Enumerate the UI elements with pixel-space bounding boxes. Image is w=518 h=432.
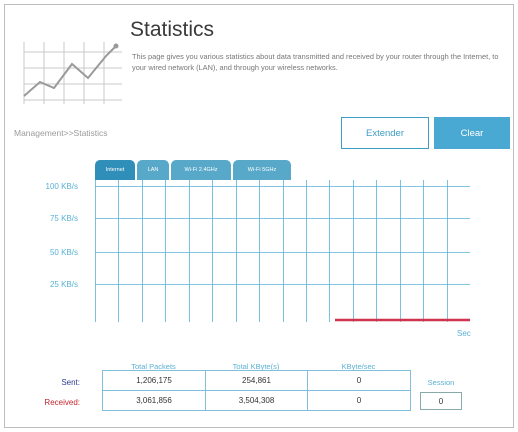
extender-button[interactable]: Extender xyxy=(341,117,429,149)
y-axis-label-100: 100 KB/s xyxy=(45,182,78,191)
table-row: 1,206,175 254,861 0 xyxy=(102,370,411,391)
page-title: Statistics xyxy=(130,18,215,41)
tab-wifi-2-4ghz[interactable]: Wi-Fi 2.4GHz xyxy=(171,160,231,180)
tab-wifi-5ghz[interactable]: Wi-Fi 5GHz xyxy=(233,160,291,180)
page-description: This page gives you various statistics a… xyxy=(132,52,499,72)
traffic-graph xyxy=(95,180,470,322)
sent-total-packets: 1,206,175 xyxy=(102,370,206,391)
breadcrumb[interactable]: Management>>Statistics xyxy=(14,128,108,138)
session-label: Session xyxy=(427,378,455,387)
interface-tabs: Internet LAN Wi-Fi 2.4GHz Wi-Fi 5GHz xyxy=(95,160,291,180)
table-row: 3,061,856 3,504,308 0 xyxy=(102,390,411,411)
sent-label: Sent: xyxy=(61,378,80,387)
statistics-chart-icon xyxy=(23,42,122,104)
received-kbyte-sec: 0 xyxy=(307,390,411,411)
received-label: Received: xyxy=(44,398,80,407)
clear-button[interactable]: Clear xyxy=(434,117,510,149)
tab-internet[interactable]: Internet xyxy=(95,160,135,180)
sent-kbyte-sec: 0 xyxy=(307,370,411,391)
x-axis-unit: Sec xyxy=(457,329,471,338)
tab-lan[interactable]: LAN xyxy=(137,160,169,180)
received-total-packets: 3,061,856 xyxy=(102,390,206,411)
sent-total-kbytes: 254,861 xyxy=(205,370,308,391)
statistics-table: 1,206,175 254,861 0 3,061,856 3,504,308 … xyxy=(102,370,411,411)
y-axis-label-50: 50 KB/s xyxy=(49,248,78,257)
y-axis-label-25: 25 KB/s xyxy=(49,280,78,289)
y-axis-label-75: 75 KB/s xyxy=(49,214,78,223)
received-total-kbytes: 3,504,308 xyxy=(205,390,308,411)
session-value: 0 xyxy=(420,392,462,410)
